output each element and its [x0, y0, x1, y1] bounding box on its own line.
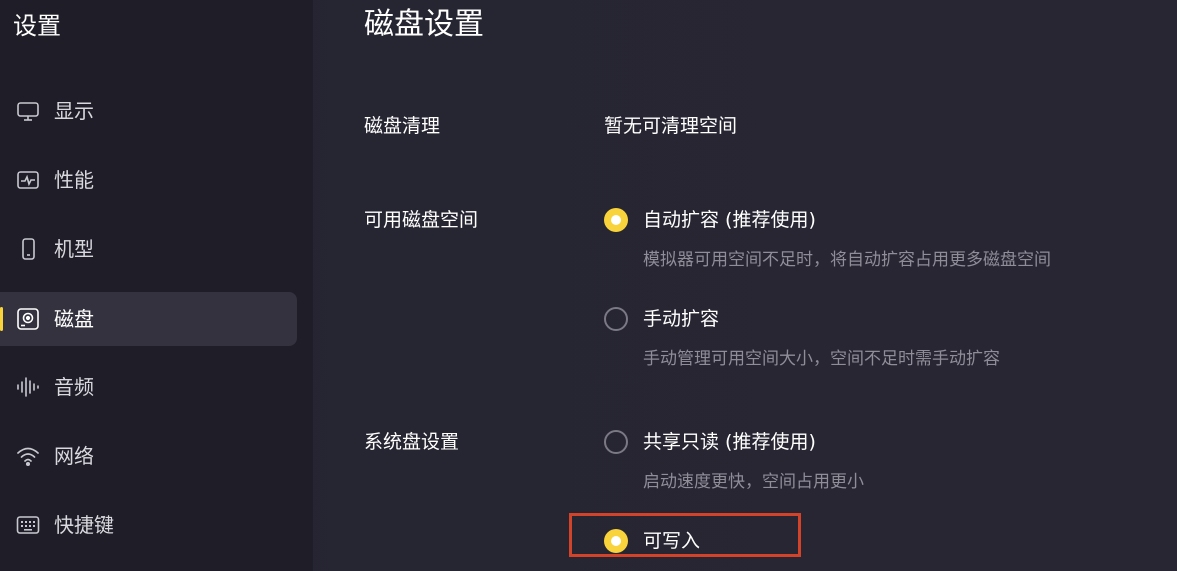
performance-icon — [16, 169, 40, 191]
sidebar-title: 设置 — [13, 12, 61, 40]
sidebar-item-label: 音频 — [54, 375, 94, 399]
shared-readonly-radio[interactable] — [604, 430, 628, 454]
shared-readonly-label: 共享只读 (推荐使用) — [643, 431, 816, 453]
available-space-label: 可用磁盘空间 — [364, 209, 479, 231]
sidebar-item-display[interactable]: 显示 — [0, 84, 297, 138]
manual-expand-label: 手动扩容 — [643, 308, 720, 330]
wifi-icon — [16, 445, 40, 467]
sidebar-item-label: 性能 — [54, 168, 94, 192]
sidebar-item-performance[interactable]: 性能 — [0, 153, 297, 207]
sidebar-item-label: 网络 — [54, 444, 94, 468]
auto-expand-label: 自动扩容 (推荐使用) — [643, 209, 816, 231]
phone-icon — [16, 238, 40, 260]
page-title: 磁盘设置 — [364, 7, 484, 42]
auto-expand-description: 模拟器可用空间不足时，将自动扩容占用更多磁盘空间 — [643, 250, 1051, 270]
audio-icon — [16, 376, 40, 398]
sidebar-item-disk[interactable]: 磁盘 — [0, 292, 297, 346]
settings-window: 设置 显示 性能 机型 磁盘 音频 网络 快捷键 磁盘设置 磁盘清理 暂无可清理… — [0, 0, 1177, 571]
sidebar-item-label: 机型 — [54, 237, 94, 261]
sidebar-item-device-model[interactable]: 机型 — [0, 222, 297, 276]
sidebar-item-shortcuts[interactable]: 快捷键 — [0, 498, 297, 552]
highlight-annotation-box — [569, 513, 801, 557]
main-panel: 磁盘设置 磁盘清理 暂无可清理空间 可用磁盘空间 自动扩容 (推荐使用) 模拟器… — [313, 0, 1177, 571]
system-disk-label: 系统盘设置 — [364, 431, 460, 453]
sidebar-item-label: 显示 — [54, 99, 94, 123]
keyboard-icon — [16, 514, 40, 536]
monitor-icon — [16, 100, 40, 122]
sidebar-item-network[interactable]: 网络 — [0, 429, 297, 483]
disk-icon — [16, 308, 40, 330]
disk-cleanup-label: 磁盘清理 — [364, 115, 441, 137]
sidebar-item-audio[interactable]: 音频 — [0, 360, 297, 414]
disk-cleanup-value: 暂无可清理空间 — [604, 115, 738, 137]
auto-expand-radio[interactable] — [604, 208, 628, 232]
sidebar-item-label: 快捷键 — [54, 513, 114, 537]
manual-expand-description: 手动管理可用空间大小，空间不足时需手动扩容 — [643, 349, 1000, 369]
shared-readonly-description: 启动速度更快，空间占用更小 — [643, 472, 864, 492]
sidebar: 设置 显示 性能 机型 磁盘 音频 网络 快捷键 — [0, 0, 313, 571]
sidebar-item-label: 磁盘 — [54, 307, 94, 331]
active-indicator — [0, 307, 3, 331]
manual-expand-radio[interactable] — [604, 307, 628, 331]
